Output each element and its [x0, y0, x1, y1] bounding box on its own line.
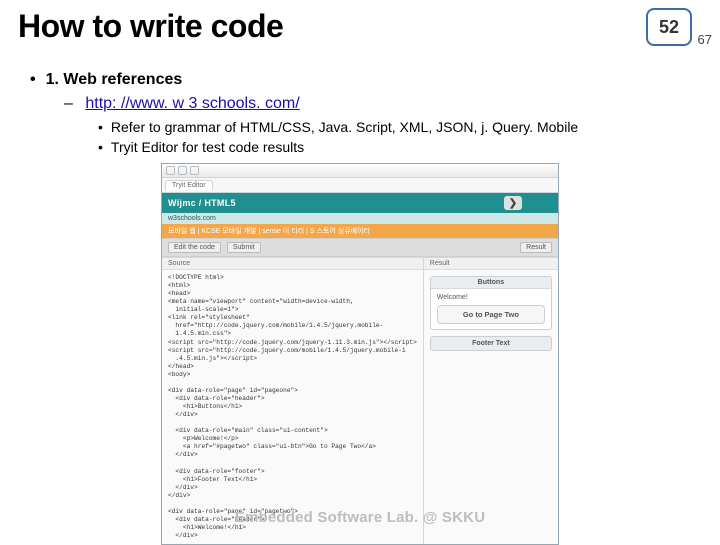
editor-panes: Source <!DOCTYPE html> <html> <head> <me…	[162, 257, 558, 544]
chevron-right-icon: ❯	[504, 196, 522, 210]
nav-fwd-icon	[178, 166, 187, 175]
result-toggle: Result	[520, 242, 552, 253]
result-card-header: Buttons	[431, 277, 551, 289]
editor-toolbar-left: Edit the code Submit	[168, 242, 261, 253]
edit-code-button: Edit the code	[168, 242, 221, 253]
site-brand: Wijmc / HTML5	[168, 198, 236, 208]
source-pane-header: Source	[162, 258, 423, 270]
slide: 52 67 How to write code 1. Web reference…	[0, 0, 720, 540]
bullet-level-3a: Refer to grammar of HTML/CSS, Java. Scri…	[98, 119, 702, 135]
result-body: Buttons Welcome! Go to Page Two Footer T…	[424, 270, 558, 357]
bullet-level-3b: Tryit Editor for test code results	[98, 139, 702, 155]
site-subheader: w3schools.com	[162, 213, 558, 224]
result-footer-bar: Footer Text	[430, 336, 552, 351]
editor-toolbar: Edit the code Submit Result	[162, 238, 558, 257]
source-code: <!DOCTYPE html> <html> <head> <meta name…	[162, 270, 423, 544]
content-area: 1. Web references – http: //www. w 3 sch…	[18, 71, 702, 545]
result-welcome-text: Welcome!	[437, 294, 468, 301]
result-card: Buttons Welcome! Go to Page Two	[430, 276, 552, 330]
submit-button: Submit	[227, 242, 261, 253]
result-pane: Result Buttons Welcome! Go to Page Two F…	[423, 257, 558, 544]
page-number: 52	[659, 17, 679, 38]
nav-reload-icon	[190, 166, 199, 175]
page-number-box: 52	[646, 8, 692, 46]
page-subnumber: 67	[698, 32, 712, 47]
embedded-screenshot: Tryit Editor Wijmc / HTML5 ❯ w3schools.c…	[161, 163, 559, 545]
source-pane: Source <!DOCTYPE html> <html> <head> <me…	[162, 257, 423, 544]
dash-icon: –	[64, 95, 73, 112]
site-orange-bar: 모바일 웹 | KCSE 모바일 개발 | sense 이 티리 | S 스토어…	[162, 224, 558, 238]
title-row: How to write code	[18, 8, 702, 45]
browser-tabbar: Tryit Editor	[162, 178, 558, 193]
window-chrome-top	[162, 164, 558, 178]
slide-footer: Embedded Software Lab. @ SKKU	[0, 509, 720, 526]
browser-tab: Tryit Editor	[165, 180, 213, 190]
bullet-level-1: 1. Web references	[30, 71, 702, 89]
reference-link[interactable]: http: //www. w 3 schools. com/	[85, 95, 299, 112]
site-header: Wijmc / HTML5 ❯	[162, 193, 558, 213]
nav-back-icon	[166, 166, 175, 175]
bullet-level-2: – http: //www. w 3 schools. com/	[64, 95, 702, 113]
result-goto-button: Go to Page Two	[437, 305, 545, 324]
result-card-body: Welcome! Go to Page Two	[431, 289, 551, 329]
result-pane-header: Result	[424, 258, 558, 270]
slide-title: How to write code	[18, 8, 283, 45]
